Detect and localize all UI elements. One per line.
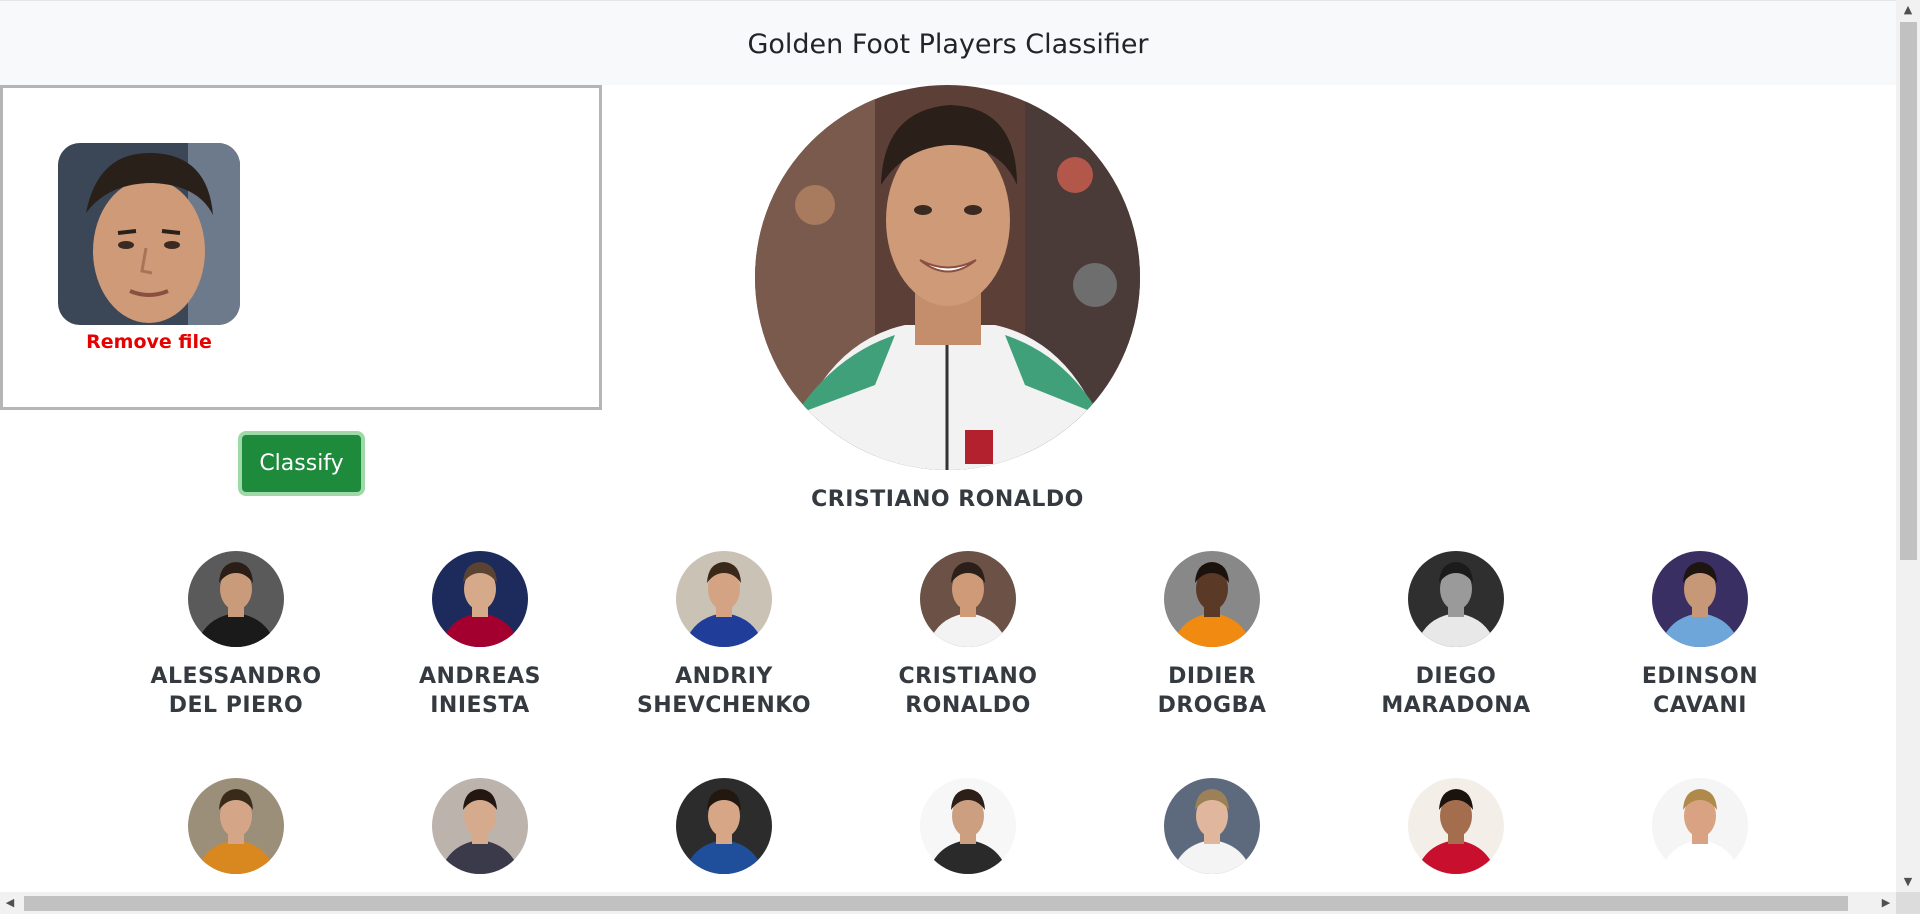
page-title: Golden Foot Players Classifier [747,29,1149,60]
player-card [1090,778,1334,889]
player-card: CRISTIANO RONALDO [846,551,1090,720]
player-card: DIEGO MARADONA [1334,551,1578,720]
players-grid: ALESSANDRO DEL PIERO ANDREAS INIESTA ANDRI… [114,551,1824,889]
scroll-up-icon[interactable]: ▲ [1896,0,1920,20]
upload-preview: Remove file [58,143,240,353]
player-card [114,778,358,889]
player-card [1578,778,1822,889]
player-card: ALESSANDRO DEL PIERO [114,551,358,720]
player-card: ANDREAS INIESTA [358,551,602,720]
player-name: CRISTIANO RONALDO [898,664,1038,718]
scroll-left-icon[interactable]: ◀ [0,892,20,914]
player-avatar [1164,551,1260,647]
horizontal-scrollbar[interactable]: ◀ ▶ [0,892,1896,914]
player-card: DIDIER DROGBA [1090,551,1334,720]
player-avatar [1164,778,1260,874]
uploaded-image-thumbnail [58,143,240,325]
player-name: ALESSANDRO DEL PIERO [150,664,322,718]
vertical-scrollbar[interactable]: ▲ ▼ [1896,0,1920,892]
player-card [602,778,846,889]
player-avatar [920,551,1016,647]
result-player-name: CRISTIANO RONALDO [811,487,1084,512]
player-avatar [1408,778,1504,874]
player-name: DIDIER DROGBA [1157,664,1267,718]
player-name: ANDREAS INIESTA [418,664,542,718]
player-avatar [676,551,772,647]
player-card: ANDRIY SHEVCHENKO [602,551,846,720]
scrollbar-corner [1896,892,1920,914]
player-avatar [676,778,772,874]
scroll-down-icon[interactable]: ▼ [1896,872,1920,892]
player-avatar [1652,551,1748,647]
classification-result: CRISTIANO RONALDO [755,85,1140,512]
player-card: EDINSON CAVANI [1578,551,1822,720]
scroll-right-icon[interactable]: ▶ [1876,892,1896,914]
player-name: EDINSON CAVANI [1641,664,1759,718]
player-avatar [432,778,528,874]
player-avatar [1652,778,1748,874]
player-card [1334,778,1578,889]
player-card [846,778,1090,889]
player-avatar [1408,551,1504,647]
vertical-scroll-thumb[interactable] [1900,22,1917,560]
player-name: DIEGO MARADONA [1381,664,1531,718]
player-avatar [432,551,528,647]
horizontal-scroll-thumb[interactable] [24,896,1848,911]
player-avatar [920,778,1016,874]
player-avatar [188,778,284,874]
upload-dropzone[interactable]: Remove file [0,85,602,410]
navbar: Golden Foot Players Classifier [0,0,1896,85]
remove-file-link[interactable]: Remove file [58,331,240,353]
player-avatar [188,551,284,647]
player-name: ANDRIY SHEVCHENKO [636,664,812,718]
result-player-image [755,85,1140,470]
classify-button[interactable]: Classify [238,431,365,496]
player-card [358,778,602,889]
